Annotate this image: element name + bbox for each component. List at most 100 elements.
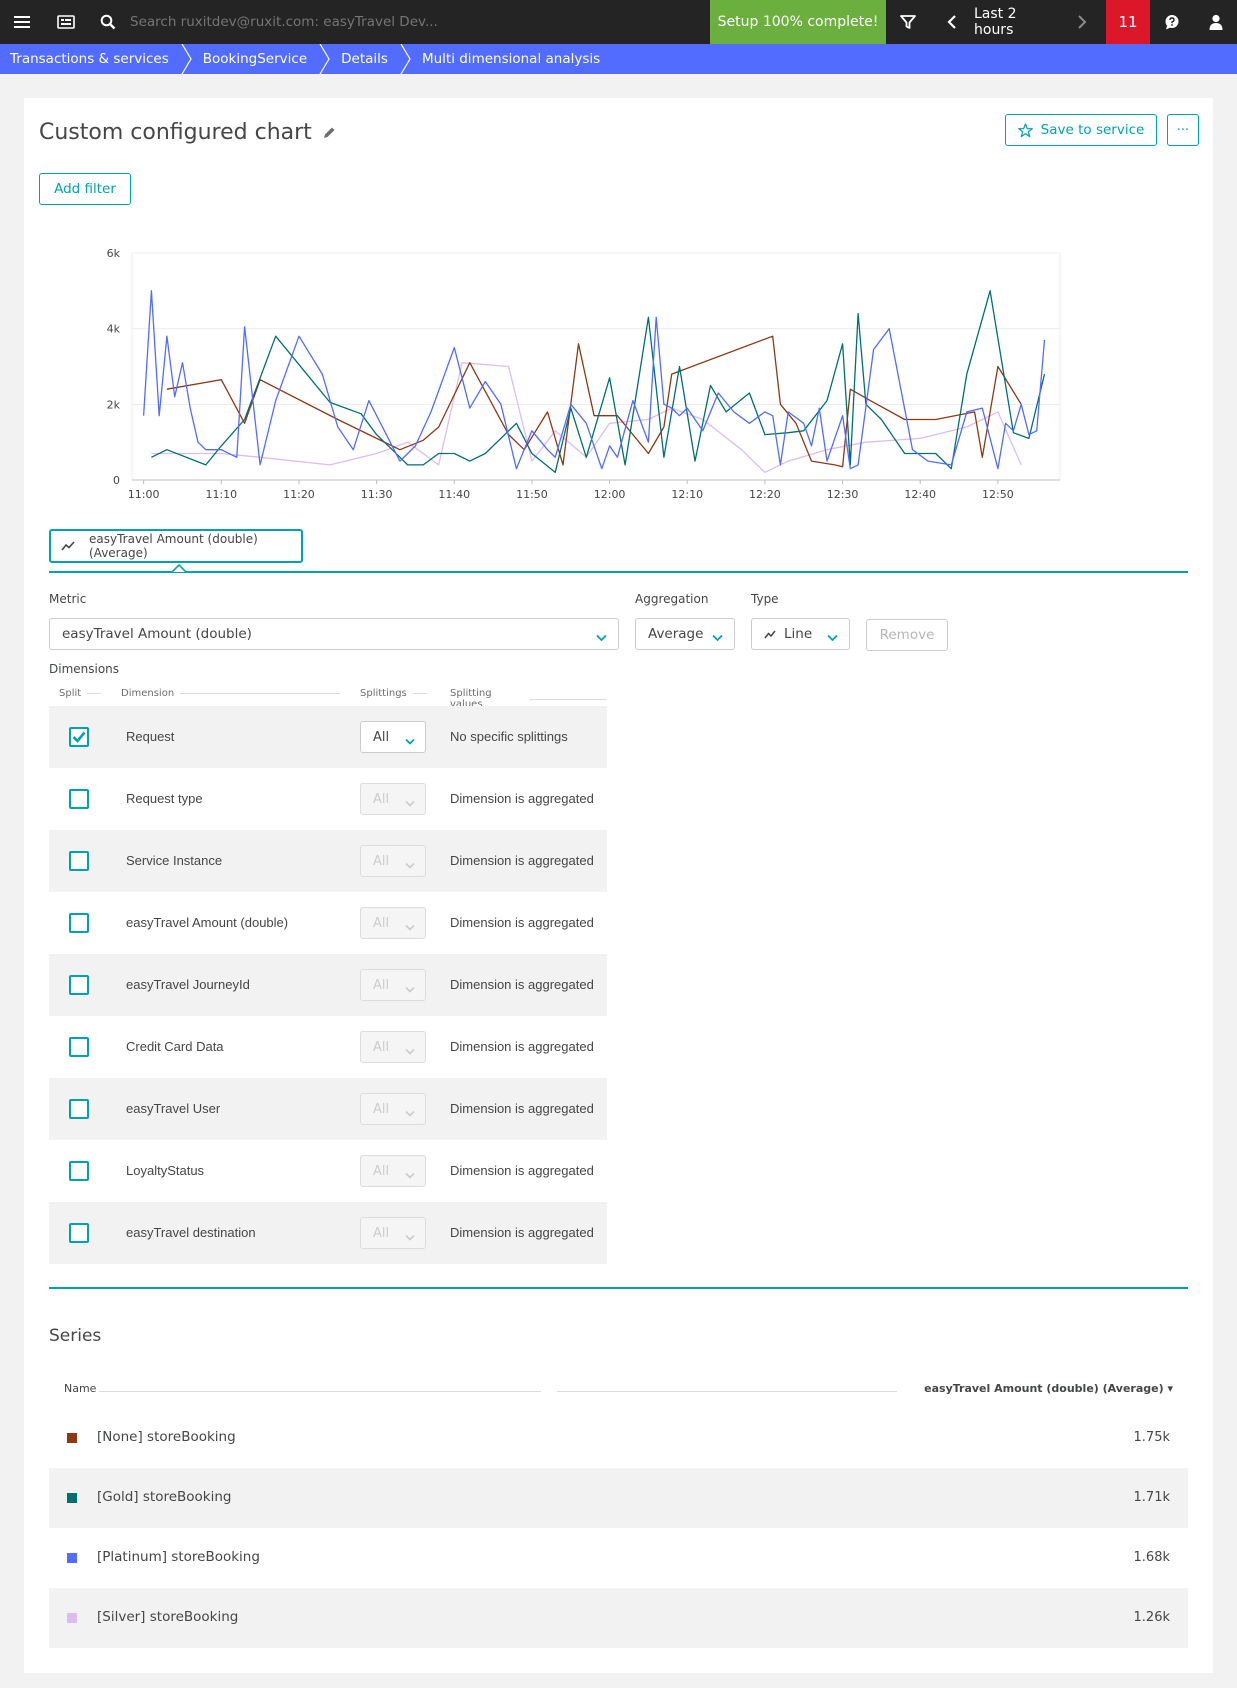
dimensions-table: Request All No specific splittings Request … (49, 706, 607, 1264)
series-value: 1.71k (1133, 1490, 1170, 1505)
more-options-button[interactable]: ··· (1167, 114, 1199, 146)
splitting-select: All (360, 783, 426, 815)
split-checkbox[interactable] (69, 913, 89, 933)
chevron-down-icon (405, 1106, 415, 1121)
search-input[interactable] (130, 14, 690, 30)
chevron-down-icon (405, 1168, 415, 1183)
split-checkbox[interactable] (69, 1161, 89, 1181)
splitting-select-value: All (373, 853, 390, 869)
x-tick-label: 11:00 (128, 488, 160, 501)
series-header-name[interactable]: Name (64, 1382, 96, 1395)
search-box[interactable] (92, 0, 712, 44)
dimension-row: easyTravel User All Dimension is aggregate… (49, 1078, 607, 1140)
series-line-platinum-storebooking[interactable] (142, 290, 1046, 470)
dimension-name: easyTravel User (126, 1101, 221, 1116)
x-tick-label: 11:30 (361, 488, 393, 501)
dimensions-header: Split Dimension Splittings Splitting val… (49, 688, 607, 710)
filter-icon[interactable] (886, 0, 930, 44)
metric-select[interactable]: easyTravel Amount (double) (49, 618, 619, 650)
split-checkbox[interactable] (69, 727, 89, 747)
aggregation-select[interactable]: Average (635, 618, 735, 650)
chevron-right-icon[interactable] (1060, 0, 1104, 44)
split-checkbox[interactable] (69, 1037, 89, 1057)
chevron-down-icon (596, 630, 607, 646)
splitting-select-value: All (373, 1163, 390, 1179)
series-name: [Silver] storeBooking (97, 1609, 239, 1625)
header-splittings: Splittings (360, 688, 407, 699)
splitting-select: All (360, 1155, 426, 1187)
breadcrumb-item-multi-dimensional-analysis: Multi dimensional analysis (421, 51, 601, 67)
dashboard-icon[interactable] (44, 0, 88, 44)
breadcrumb-item-transactions[interactable]: Transactions & services (0, 44, 181, 74)
dimension-row: Request type All Dimension is aggregated (49, 768, 607, 830)
remove-button[interactable]: Remove (866, 619, 948, 651)
user-icon[interactable] (1194, 0, 1237, 44)
series-name: [Platinum] storeBooking (97, 1549, 260, 1565)
dimension-name: LoyaltyStatus (126, 1163, 205, 1178)
menu-icon[interactable] (0, 0, 44, 44)
chat-icon[interactable] (1150, 0, 1194, 44)
save-to-service-label: Save to service (1040, 122, 1145, 138)
timeframe-selector[interactable]: Last 2 hours (974, 0, 1060, 44)
dimension-name: easyTravel destination (126, 1225, 256, 1240)
splitting-value: Dimension is aggregated (450, 853, 594, 868)
problem-count-badge[interactable]: 11 (1106, 0, 1150, 44)
dimension-row: LoyaltyStatus All Dimension is aggregated (49, 1140, 607, 1202)
split-checkbox[interactable] (69, 1099, 89, 1119)
splitting-select[interactable]: All (360, 721, 426, 753)
series-row[interactable]: [Silver] storeBooking 1.26k (49, 1588, 1188, 1648)
series-table: [None] storeBooking 1.75k [Gold] storeBook… (49, 1408, 1188, 1648)
y-tick-label: 0 (113, 474, 120, 487)
series-title: Series (49, 1326, 102, 1346)
splitting-select-value: All (373, 1039, 390, 1055)
breadcrumb-item-details[interactable]: Details (331, 44, 400, 74)
x-tick-label: 12:50 (982, 488, 1014, 501)
splitting-select-value: All (373, 977, 390, 993)
split-checkbox[interactable] (69, 789, 89, 809)
tab-divider (49, 571, 1188, 573)
splitting-select-value: All (373, 915, 390, 931)
x-tick-label: 12:20 (749, 488, 781, 501)
series-color-swatch (67, 1613, 77, 1623)
series-header-value[interactable]: easyTravel Amount (double) (Average) ▾ (924, 1382, 1173, 1395)
series-header: Name easyTravel Amount (double) (Average… (49, 1380, 1188, 1400)
series-row[interactable]: [Platinum] storeBooking 1.68k (49, 1528, 1188, 1588)
series-value: 1.26k (1133, 1610, 1170, 1625)
breadcrumb-separator (181, 44, 193, 74)
dimension-name: Service Instance (126, 853, 223, 868)
x-tick-label: 11:50 (516, 488, 548, 501)
split-checkbox[interactable] (69, 851, 89, 871)
split-checkbox[interactable] (69, 1223, 89, 1243)
pencil-icon[interactable] (322, 126, 336, 140)
x-tick-label: 12:00 (594, 488, 626, 501)
series-color-swatch (67, 1493, 77, 1503)
type-select[interactable]: Line (751, 618, 850, 650)
splitting-select: All (360, 969, 426, 1001)
save-to-service-button[interactable]: Save to service (1005, 114, 1157, 146)
chevron-down-icon (405, 1044, 415, 1059)
splitting-value: Dimension is aggregated (450, 1225, 594, 1240)
chevron-left-icon[interactable] (930, 0, 974, 44)
metric-select-value: easyTravel Amount (double) (62, 626, 252, 642)
type-select-value: Line (784, 626, 813, 642)
add-filter-button[interactable]: Add filter (39, 173, 131, 205)
metric-tab-label: easyTravel Amount (double) (Average) (89, 532, 258, 560)
metric-label: Metric (49, 592, 87, 606)
series-name: [None] storeBooking (97, 1429, 236, 1445)
breadcrumb-item-bookingservice[interactable]: BookingService (193, 44, 319, 74)
chevron-down-icon (827, 630, 838, 646)
page-title: Custom configured chart (39, 120, 336, 145)
dimensions-title: Dimensions (49, 662, 120, 676)
series-row[interactable]: [Gold] storeBooking 1.71k (49, 1468, 1188, 1528)
chevron-down-icon (712, 630, 723, 646)
series-line-gold-storebooking[interactable] (151, 290, 1046, 474)
setup-progress-button[interactable]: Setup 100% complete! (710, 0, 886, 44)
x-tick-label: 12:40 (904, 488, 936, 501)
series-row[interactable]: [None] storeBooking 1.75k (49, 1408, 1188, 1468)
splitting-select-value: All (373, 1101, 390, 1117)
split-checkbox[interactable] (69, 975, 89, 995)
chevron-down-icon (405, 796, 415, 811)
metric-tab[interactable]: easyTravel Amount (double) (Average) (49, 529, 303, 563)
star-icon (1017, 122, 1033, 138)
line-chart-icon (764, 630, 776, 639)
